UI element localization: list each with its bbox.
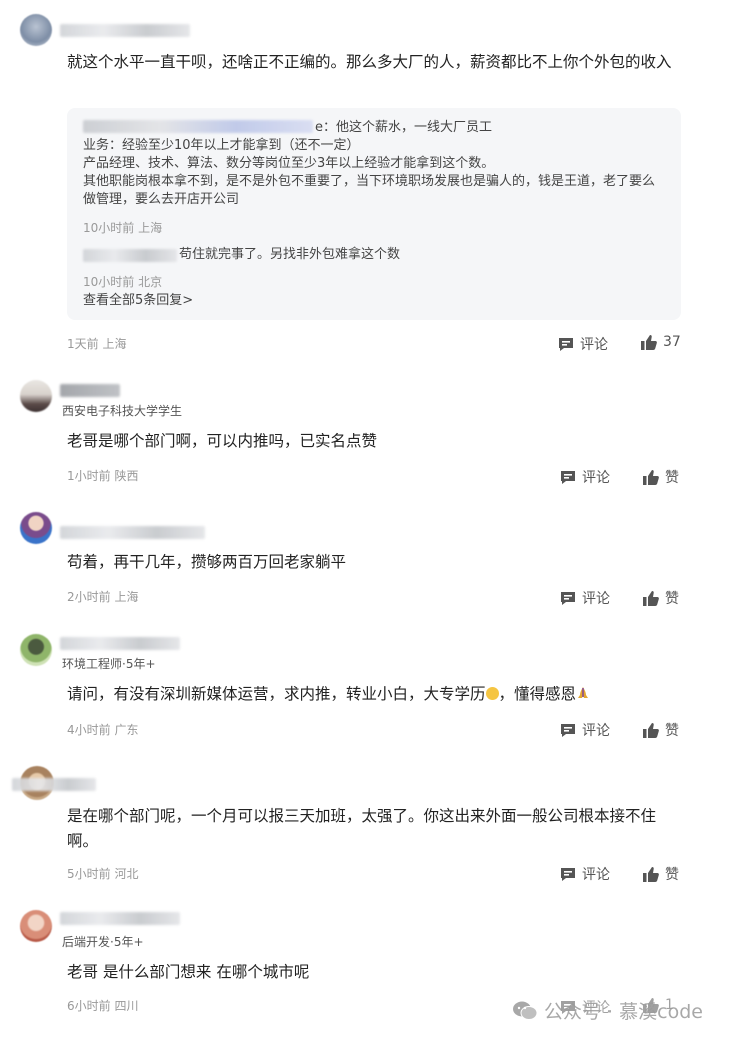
comment-label: 评论 xyxy=(582,470,610,486)
avatar[interactable] xyxy=(20,380,52,412)
like-label: 赞 xyxy=(665,723,679,739)
watermark-text: 公众号 · 慕溪code xyxy=(544,1001,703,1023)
comment-button[interactable]: 评论 xyxy=(560,864,610,884)
like-button[interactable]: 赞 xyxy=(643,720,679,740)
comment-meta: 1天前 上海 xyxy=(67,335,126,352)
reply-meta: 10小时前 北京 xyxy=(83,273,162,290)
avatar[interactable] xyxy=(20,14,52,46)
like-label: 赞 xyxy=(665,867,679,883)
comment-button[interactable]: 评论 xyxy=(560,720,610,740)
reply-text-line: 业务：经验至少10年以上才能拿到（还不一定） xyxy=(83,138,360,153)
like-count: 37 xyxy=(663,334,681,350)
user-subtitle: 环境工程师·5年+ xyxy=(62,657,156,671)
thumbs-up-icon xyxy=(641,334,657,350)
like-label: 赞 xyxy=(665,591,679,607)
reply-text: 苟住就完事了。另找非外包难拿这个数 xyxy=(179,247,401,262)
like-button[interactable]: 赞 xyxy=(643,864,679,884)
comment-content: 老哥是哪个部门啊，可以内推吗，已实名点赞 xyxy=(67,432,378,450)
pray-emoji xyxy=(576,683,590,698)
username-blurred[interactable] xyxy=(60,24,190,37)
username-blurred[interactable] xyxy=(60,384,120,397)
comment-location: 广东 xyxy=(114,723,139,737)
reply-text: e：他这个薪水，一线大厂员工 xyxy=(315,120,492,135)
comment-label: 评论 xyxy=(582,867,610,883)
comment-icon xyxy=(561,723,575,737)
avatar[interactable] xyxy=(20,512,52,544)
watermark: 公众号 · 慕溪code xyxy=(512,997,703,1024)
comment-button[interactable]: 评论 xyxy=(560,467,610,487)
username-blurred[interactable] xyxy=(60,912,180,925)
reply-meta: 10小时前 上海 xyxy=(83,219,162,236)
reply-text-line: 其他职能岗根本拿不到，是不是外包不重要了，当下环境职场发展也是骗人的，钱是王道，… xyxy=(83,174,656,189)
like-button[interactable]: 37 xyxy=(641,334,681,350)
comment-location: 河北 xyxy=(114,867,139,881)
comment-location: 上海 xyxy=(114,590,139,604)
comment-icon xyxy=(561,470,575,484)
comment-label: 评论 xyxy=(580,337,608,353)
comment-time: 5小时前 xyxy=(67,867,111,881)
thumbs-up-icon xyxy=(643,469,659,485)
comment-content: 老哥 是什么部门想来 在哪个城市呢 xyxy=(67,963,310,981)
avatar[interactable] xyxy=(20,910,52,942)
reply-location: 北京 xyxy=(138,275,163,289)
comment-location: 陕西 xyxy=(114,469,139,483)
reply-username-blurred[interactable] xyxy=(83,120,313,133)
comment-time: 1天前 xyxy=(67,337,99,351)
comment-meta: 4小时前 广东 xyxy=(67,721,138,738)
comment-text: ，懂得感恩 xyxy=(498,685,577,703)
comment-meta: 1小时前 陕西 xyxy=(67,467,138,484)
comment-text: 请问，有没有深圳新媒体运营，求内推，转业小白，大专学历 xyxy=(67,685,486,703)
comment-button[interactable]: 评论 xyxy=(558,334,608,354)
reply-text-line: 产品经理、技术、算法、数分等岗位至少3年以上经验才能拿到这个数。 xyxy=(83,156,495,171)
reply-thread: e：他这个薪水，一线大厂员工 业务：经验至少10年以上才能拿到（还不一定） 产品… xyxy=(67,108,681,320)
comment-location: 四川 xyxy=(114,999,139,1013)
comment-content: 是在哪个部门呢，一个月可以报三天加班，太强了。你这出来外面一般公司根本接不住啊。 xyxy=(67,807,657,850)
comment-content: 就这个水平一直干呗，还啥正不正编的。那么多大厂的人，薪资都比不上你个外包的收入 xyxy=(67,53,672,71)
username-blurred[interactable] xyxy=(60,526,205,539)
thumbs-up-icon xyxy=(643,722,659,738)
comment-content: 请问，有没有深圳新媒体运营，求内推，转业小白，大专学历 ，懂得感恩 xyxy=(67,682,682,707)
view-all-replies-link[interactable]: 查看全部5条回复> xyxy=(83,292,193,310)
reply-time: 10小时前 xyxy=(83,275,135,289)
comment-time: 1小时前 xyxy=(67,469,111,483)
comment-label: 评论 xyxy=(582,591,610,607)
user-subtitle: 后端开发·5年+ xyxy=(62,935,144,949)
avatar[interactable] xyxy=(20,634,52,666)
comment-time: 6小时前 xyxy=(67,999,111,1013)
reply-location: 上海 xyxy=(138,221,163,235)
comment-icon xyxy=(561,867,575,881)
comment-content: 苟着，再干几年，攒够两百万回老家躺平 xyxy=(67,553,347,571)
comment-icon xyxy=(561,591,575,605)
like-button[interactable]: 赞 xyxy=(643,588,679,608)
sweat-smile-emoji xyxy=(485,687,499,700)
comment-icon xyxy=(559,337,573,351)
comment-button[interactable]: 评论 xyxy=(560,588,610,608)
like-label: 赞 xyxy=(665,470,679,486)
thumbs-up-icon xyxy=(643,590,659,606)
user-subtitle: 西安电子科技大学学生 xyxy=(62,404,183,418)
comment-time: 2小时前 xyxy=(67,590,111,604)
comment-label: 评论 xyxy=(582,723,610,739)
comment-meta: 6小时前 四川 xyxy=(67,997,138,1014)
comment-meta: 5小时前 河北 xyxy=(67,865,138,882)
wechat-icon xyxy=(513,1001,538,1020)
comment-location: 上海 xyxy=(102,337,127,351)
username-blurred[interactable] xyxy=(12,778,96,791)
like-button[interactable]: 赞 xyxy=(643,467,679,487)
reply-time: 10小时前 xyxy=(83,221,135,235)
thumbs-up-icon xyxy=(643,866,659,882)
comment-meta: 2小时前 上海 xyxy=(67,588,138,605)
username-blurred[interactable] xyxy=(60,637,180,650)
comment-time: 4小时前 xyxy=(67,723,111,737)
reply-text-line: 做管理，要么去开店开公司 xyxy=(83,192,240,207)
reply-username-blurred[interactable] xyxy=(83,249,177,262)
